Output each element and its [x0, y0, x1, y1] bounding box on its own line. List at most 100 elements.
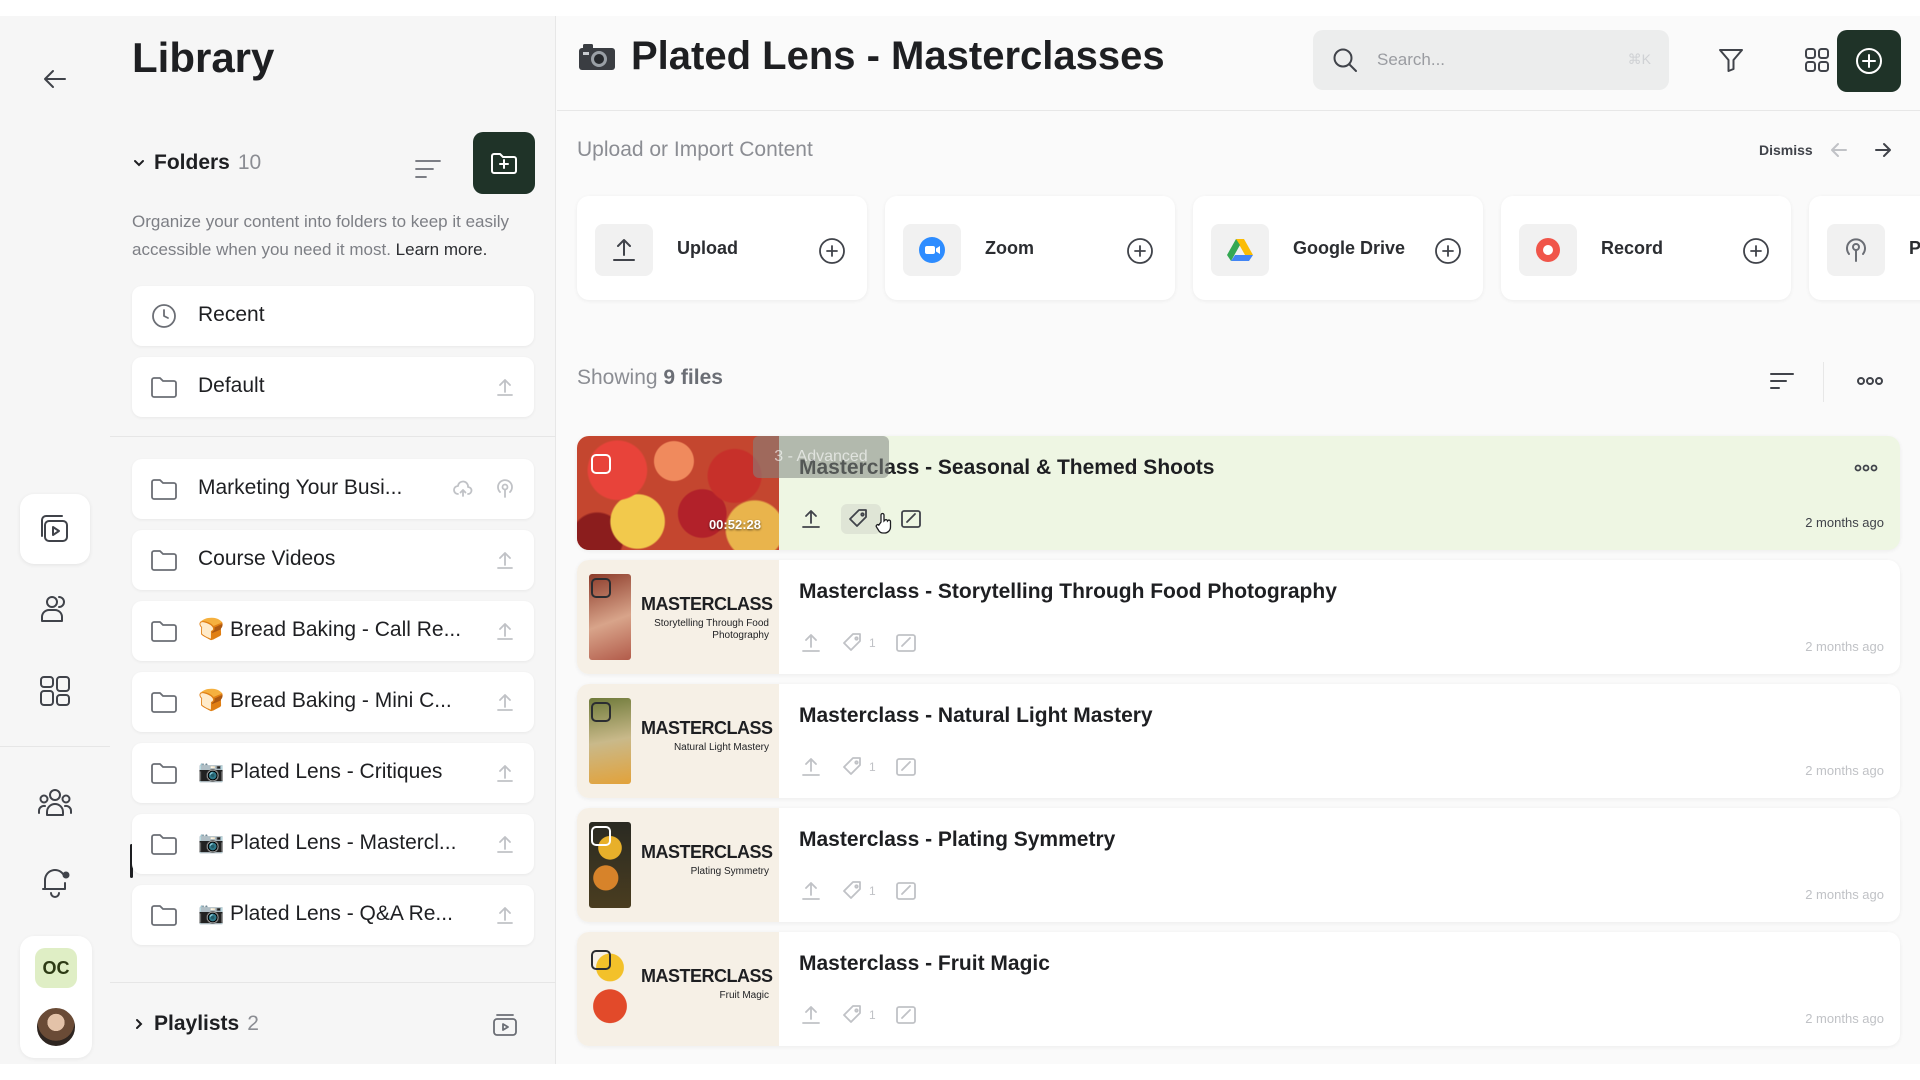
next-sources-button[interactable]: [1871, 138, 1895, 162]
folder-item[interactable]: 📷 Plated Lens - Q&A Re...: [132, 885, 534, 945]
source-label: Zoom: [985, 238, 1034, 258]
folder-item[interactable]: Course Videos: [132, 530, 534, 590]
thumbnail-title: MASTERCLASS: [641, 718, 773, 738]
tag-icon: [843, 633, 861, 651]
folder-label: Course Videos: [198, 547, 336, 570]
podcast-icon[interactable]: [494, 478, 516, 500]
file-thumbnail[interactable]: 00:52:28: [577, 436, 779, 550]
file-row[interactable]: MASTERCLASS Plating Symmetry Masterclass…: [577, 808, 1900, 922]
upload-icon[interactable]: [494, 762, 516, 784]
share-button[interactable]: [799, 1000, 823, 1030]
new-playlist-button[interactable]: [490, 1010, 520, 1040]
search-bar[interactable]: ⌘K: [1313, 30, 1669, 90]
share-button[interactable]: [799, 752, 823, 782]
playlists-toggle[interactable]: Playlists 2: [132, 1012, 259, 1036]
learn-more-link[interactable]: Learn more.: [396, 240, 488, 259]
view-toggle-button[interactable]: [1793, 36, 1841, 84]
share-button[interactable]: [799, 504, 823, 534]
select-checkbox[interactable]: [591, 702, 611, 722]
source-podcast-card[interactable]: Po: [1809, 196, 1920, 300]
select-checkbox[interactable]: [591, 950, 611, 970]
file-thumbnail[interactable]: MASTERCLASS Storytelling Through Food Ph…: [577, 560, 779, 674]
upload-icon[interactable]: [494, 691, 516, 713]
sort-files-button[interactable]: [1767, 366, 1797, 396]
community-nav-button[interactable]: [20, 768, 90, 838]
file-row[interactable]: 00:52:28 Masterclass - Seasonal & Themed…: [577, 436, 1900, 550]
library-nav-button[interactable]: [20, 494, 90, 564]
file-more-button[interactable]: [1854, 460, 1878, 476]
file-thumbnail[interactable]: MASTERCLASS Natural Light Mastery: [577, 684, 779, 798]
file-thumbnail[interactable]: MASTERCLASS Plating Symmetry: [577, 808, 779, 922]
search-input[interactable]: [1377, 44, 1607, 76]
edit-notes-button[interactable]: [894, 752, 918, 782]
note-edit-icon: [901, 510, 921, 528]
folder-icon: [150, 831, 178, 857]
tag-count: 1: [869, 760, 876, 774]
upload-icon[interactable]: [494, 904, 516, 926]
previous-sources-button[interactable]: [1827, 138, 1851, 162]
edit-notes-button[interactable]: [894, 628, 918, 658]
folder-item[interactable]: 📷 Plated Lens - Critiques: [132, 743, 534, 803]
apps-nav-button[interactable]: [20, 656, 90, 726]
folder-item-active[interactable]: 📷 Plated Lens - Mastercl...: [132, 814, 534, 874]
upload-icon[interactable]: [494, 376, 516, 398]
file-title[interactable]: Masterclass - Plating Symmetry: [799, 828, 1115, 852]
workspace-badge[interactable]: OC: [35, 948, 77, 988]
source-google-drive-card[interactable]: Google Drive: [1193, 196, 1483, 300]
chevron-down-icon: [134, 160, 144, 167]
edit-notes-button[interactable]: [894, 876, 918, 906]
sort-folders-button[interactable]: [410, 151, 446, 187]
plus-circle-icon[interactable]: [817, 236, 847, 266]
upload-icon[interactable]: [494, 833, 516, 855]
tag-button[interactable]: 1: [841, 628, 876, 658]
tag-button[interactable]: 1: [841, 1000, 876, 1030]
tag-button[interactable]: 1: [841, 876, 876, 906]
source-record-card[interactable]: Record: [1501, 196, 1791, 300]
file-row[interactable]: MASTERCLASS Natural Light Mastery Master…: [577, 684, 1900, 798]
contacts-nav-button[interactable]: [20, 574, 90, 644]
source-zoom-card[interactable]: Zoom: [885, 196, 1175, 300]
tag-button[interactable]: 1: [841, 752, 876, 782]
avatar[interactable]: [35, 1006, 77, 1048]
file-title[interactable]: Masterclass - Storytelling Through Food …: [799, 580, 1337, 604]
plus-circle-icon[interactable]: [1741, 236, 1771, 266]
upload-icon[interactable]: [494, 549, 516, 571]
select-checkbox[interactable]: [591, 578, 611, 598]
select-checkbox[interactable]: [591, 454, 611, 474]
file-title[interactable]: Masterclass - Fruit Magic: [799, 952, 1050, 976]
file-row[interactable]: MASTERCLASS Fruit Magic Masterclass - Fr…: [577, 932, 1900, 1046]
file-row[interactable]: MASTERCLASS Storytelling Through Food Ph…: [577, 560, 1900, 674]
tag-count: 1: [869, 1008, 876, 1022]
folder-recent[interactable]: Recent: [132, 286, 534, 346]
add-content-button[interactable]: [1837, 30, 1901, 92]
share-button[interactable]: [799, 628, 823, 658]
notifications-nav-button[interactable]: [20, 846, 90, 916]
edit-notes-button[interactable]: [899, 504, 923, 534]
plus-circle-icon[interactable]: [1433, 236, 1463, 266]
folder-item[interactable]: Marketing Your Busi...: [132, 459, 534, 519]
folder-default[interactable]: Default: [132, 357, 534, 417]
grid-view-icon: [1805, 48, 1829, 72]
search-shortcut: ⌘K: [1627, 51, 1651, 67]
back-button[interactable]: [20, 44, 90, 114]
plus-circle-icon[interactable]: [1125, 236, 1155, 266]
tag-tooltip: 3 - Advanced: [753, 436, 889, 478]
folders-toggle[interactable]: Folders 10: [132, 151, 261, 175]
share-button[interactable]: [799, 876, 823, 906]
list-options-button[interactable]: [1855, 366, 1885, 396]
page-title-text: Plated Lens - Masterclasses: [631, 34, 1165, 78]
folder-item[interactable]: 🍞 Bread Baking - Call Re...: [132, 601, 534, 661]
community-icon: [38, 789, 72, 816]
file-thumbnail[interactable]: MASTERCLASS Fruit Magic: [577, 932, 779, 1046]
new-folder-button[interactable]: [473, 132, 535, 194]
select-checkbox[interactable]: [591, 826, 611, 846]
dismiss-button[interactable]: Dismiss: [1759, 142, 1813, 158]
source-upload-card[interactable]: Upload: [577, 196, 867, 300]
sort-icon: [1770, 373, 1794, 389]
folder-item[interactable]: 🍞 Bread Baking - Mini C...: [132, 672, 534, 732]
edit-notes-button[interactable]: [894, 1000, 918, 1030]
cloud-upload-icon[interactable]: [452, 478, 474, 500]
file-title[interactable]: Masterclass - Natural Light Mastery: [799, 704, 1153, 728]
upload-icon[interactable]: [494, 620, 516, 642]
filter-button[interactable]: [1707, 36, 1755, 84]
